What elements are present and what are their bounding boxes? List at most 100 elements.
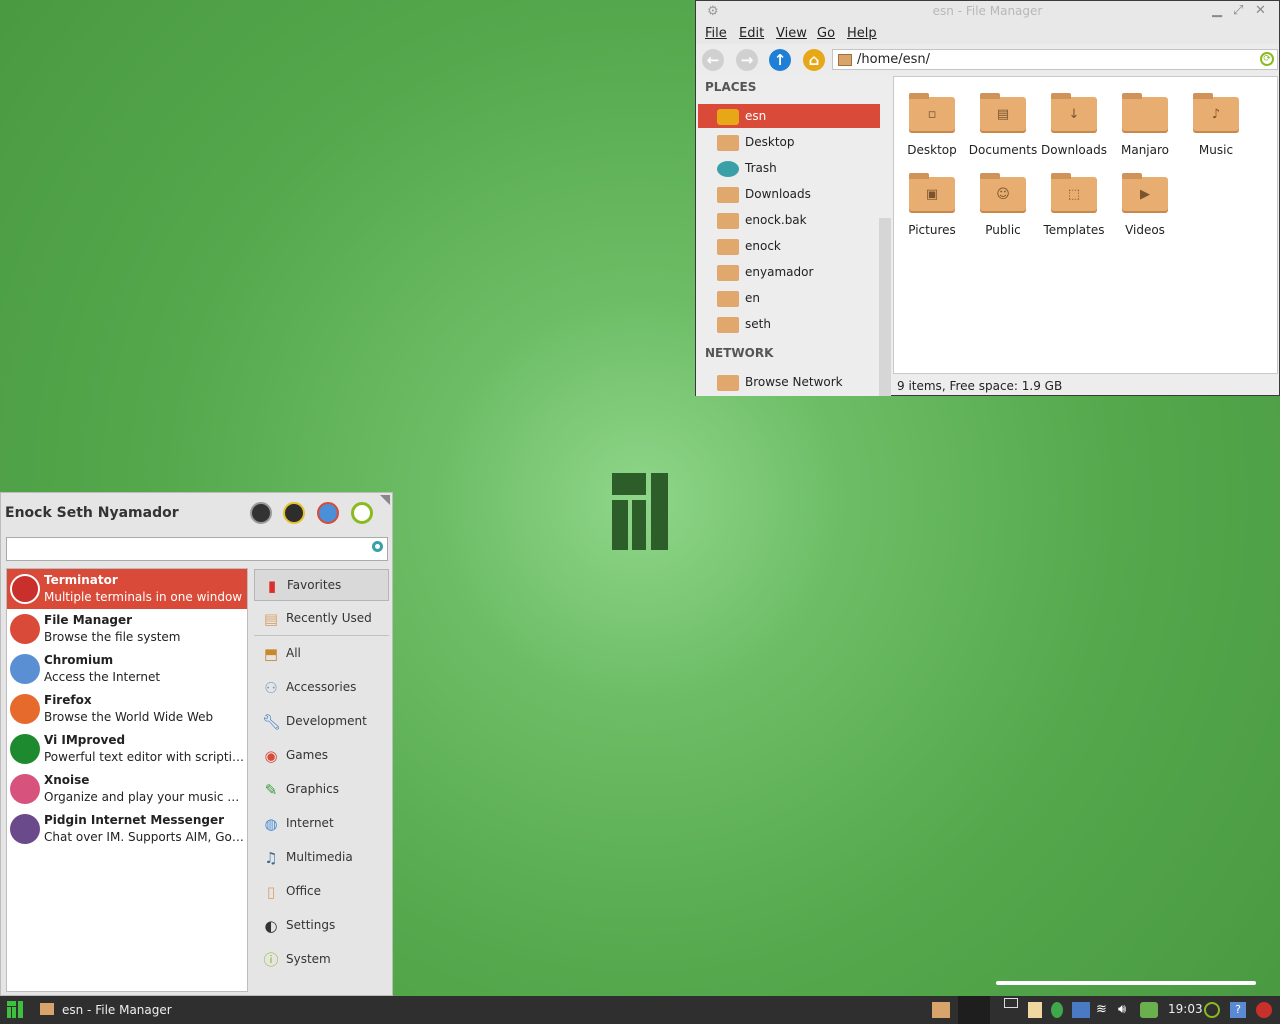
logout-icon[interactable] xyxy=(351,502,373,524)
list-item[interactable]: Vi IMproved Powerful text editor with scr… xyxy=(7,729,247,769)
wrench-icon: 🔧︎ xyxy=(262,713,282,731)
file-manager-window[interactable]: ⚙ esn - File Manager ▁ ⤢ ✕ File Edit Vie… xyxy=(695,0,1280,396)
close-icon[interactable]: ✕ xyxy=(1255,3,1266,18)
file-manager-tray-icon[interactable] xyxy=(932,1002,950,1018)
downloads-folder-icon: ↓ xyxy=(1068,107,1080,122)
recent-icon: ▤ xyxy=(263,610,279,628)
clock[interactable]: 19:03 xyxy=(1168,1002,1203,1016)
folder-videos[interactable]: ▶ Videos xyxy=(1109,173,1181,237)
notification-icon[interactable] xyxy=(1051,1002,1063,1018)
resize-corner[interactable] xyxy=(380,495,390,505)
category-favorites[interactable]: ▮ Favorites xyxy=(254,569,389,601)
power-manager-icon[interactable] xyxy=(1140,1002,1158,1018)
show-desktop-icon[interactable] xyxy=(1256,1002,1272,1018)
category-development[interactable]: 🔧︎ Development xyxy=(254,706,389,738)
sidebar-item-enock[interactable]: enock xyxy=(698,234,880,258)
category-office[interactable]: ▯ Office xyxy=(254,876,389,908)
lock-screen-icon[interactable] xyxy=(283,502,305,524)
folder-icon xyxy=(717,135,739,151)
sidebar-item-downloads[interactable]: Downloads xyxy=(698,182,880,206)
folder-icon xyxy=(717,265,739,281)
list-item[interactable]: Terminator Multiple terminals in one wind… xyxy=(7,569,247,609)
list-item[interactable]: Chromium Access the Internet xyxy=(7,649,247,689)
folder-icon xyxy=(717,239,739,255)
bookmark-icon: ▮ xyxy=(267,577,277,595)
folder-documents[interactable]: ▤ Documents xyxy=(967,93,1039,157)
sidebar-item-enyamador[interactable]: enyamador xyxy=(698,260,880,284)
up-icon[interactable]: ↑ xyxy=(769,49,791,71)
sidebar-scrollbar[interactable] xyxy=(879,218,891,396)
help-icon[interactable]: ? xyxy=(1230,1002,1246,1018)
sidebar-item-enock-bak[interactable]: enock.bak xyxy=(698,208,880,232)
location-text[interactable]: /home/esn/ xyxy=(857,52,930,67)
category-games[interactable]: ◉ Games xyxy=(254,740,389,772)
settings-manager-icon[interactable] xyxy=(250,502,272,524)
sidebar-item-esn[interactable]: esn xyxy=(698,104,880,128)
category-system[interactable]: ⓘ System xyxy=(254,944,389,976)
category-recently-used[interactable]: ▤ Recently Used xyxy=(254,603,389,635)
list-item[interactable]: File Manager Browse the file system xyxy=(7,609,247,649)
volume-icon[interactable]: 🔊︎ xyxy=(1118,1002,1134,1018)
menu-go[interactable]: Go xyxy=(817,26,835,41)
search-input[interactable] xyxy=(6,537,388,561)
home-icon[interactable]: ⌂ xyxy=(803,49,825,71)
folder-public[interactable]: ☺ Public xyxy=(967,173,1039,237)
taskbar-task[interactable]: esn - File Manager xyxy=(36,998,256,1022)
list-item[interactable]: Xnoise Organize and play your music and… xyxy=(7,769,247,809)
network-folder-icon xyxy=(717,375,739,391)
folder-pictures[interactable]: ▣ Pictures xyxy=(896,173,968,237)
file-manager-icon xyxy=(10,614,40,644)
folder-manjaro[interactable]: Manjaro xyxy=(1109,93,1181,157)
wifi-icon[interactable]: ≋ xyxy=(1096,1002,1112,1018)
videos-folder-icon: ▶ xyxy=(1140,187,1150,202)
sidebar-item-desktop[interactable]: Desktop xyxy=(698,130,880,154)
reload-icon[interactable]: ⟳ xyxy=(1260,52,1274,66)
user-name: Enock Seth Nyamador xyxy=(5,505,179,521)
workspace-switcher[interactable] xyxy=(958,996,990,1024)
folder-icon xyxy=(717,317,739,333)
back-icon[interactable]: ← xyxy=(702,49,724,71)
sidebar-item-trash[interactable]: Trash xyxy=(698,156,880,180)
sidebar-item-en[interactable]: en xyxy=(698,286,880,310)
minimize-icon[interactable]: ▁ xyxy=(1212,3,1222,18)
list-item[interactable]: Pidgin Internet Messenger Chat over IM. S… xyxy=(7,809,247,849)
folder-icon xyxy=(838,54,852,66)
menu-help[interactable]: Help xyxy=(847,26,877,41)
maximize-icon[interactable]: ⤢ xyxy=(1233,3,1243,18)
firefox-icon xyxy=(10,694,40,724)
menu-view[interactable]: View xyxy=(776,26,807,41)
clipboard-icon[interactable] xyxy=(1028,1002,1042,1018)
file-view[interactable]: ▫ Desktop ▤ Documents ↓ Downloads Manjaro ♪… xyxy=(893,76,1278,374)
folder-downloads[interactable]: ↓ Downloads xyxy=(1038,93,1110,157)
category-graphics[interactable]: ✎ Graphics xyxy=(254,774,389,806)
terminator-icon xyxy=(10,574,40,604)
keyboard-layout-icon[interactable] xyxy=(1072,1002,1090,1018)
settings-icon: ◐ xyxy=(264,917,278,935)
menu-logo-icon[interactable] xyxy=(7,1001,23,1018)
list-item[interactable]: Firefox Browse the World Wide Web xyxy=(7,689,247,729)
sidebar-item-browse-network[interactable]: Browse Network xyxy=(698,370,880,394)
folder-icon xyxy=(717,187,739,203)
window-title: esn - File Manager xyxy=(932,4,1043,18)
display-icon[interactable] xyxy=(1004,998,1018,1008)
menu-bar: File Edit View Go Help xyxy=(696,22,1279,44)
documents-folder-icon: ▤ xyxy=(996,107,1010,122)
category-internet[interactable]: ◍ Internet xyxy=(254,808,389,840)
menu-file[interactable]: File xyxy=(705,26,727,41)
forward-icon[interactable]: → xyxy=(736,49,758,71)
status-bar: 9 items, Free space: 1.9 GB xyxy=(893,375,1278,395)
switch-user-icon[interactable] xyxy=(317,502,339,524)
folder-music[interactable]: ♪ Music xyxy=(1180,93,1252,157)
folder-templates[interactable]: ⬚ Templates xyxy=(1038,173,1110,237)
menu-edit[interactable]: Edit xyxy=(739,26,764,41)
title-bar[interactable]: ⚙ esn - File Manager ▁ ⤢ ✕ xyxy=(696,1,1279,22)
category-all[interactable]: ⬒ All xyxy=(254,638,389,670)
category-multimedia[interactable]: ♫ Multimedia xyxy=(254,842,389,874)
folder-desktop[interactable]: ▫ Desktop xyxy=(896,93,968,157)
category-settings[interactable]: ◐ Settings xyxy=(254,910,389,942)
logout-icon[interactable] xyxy=(1204,1002,1220,1018)
whisker-menu[interactable]: Enock Seth Nyamador Terminator Multiple t… xyxy=(0,492,393,996)
location-bar[interactable]: /home/esn/ ⟳ xyxy=(832,49,1278,70)
category-accessories[interactable]: ⚇ Accessories xyxy=(254,672,389,704)
sidebar-item-seth[interactable]: seth xyxy=(698,312,880,336)
